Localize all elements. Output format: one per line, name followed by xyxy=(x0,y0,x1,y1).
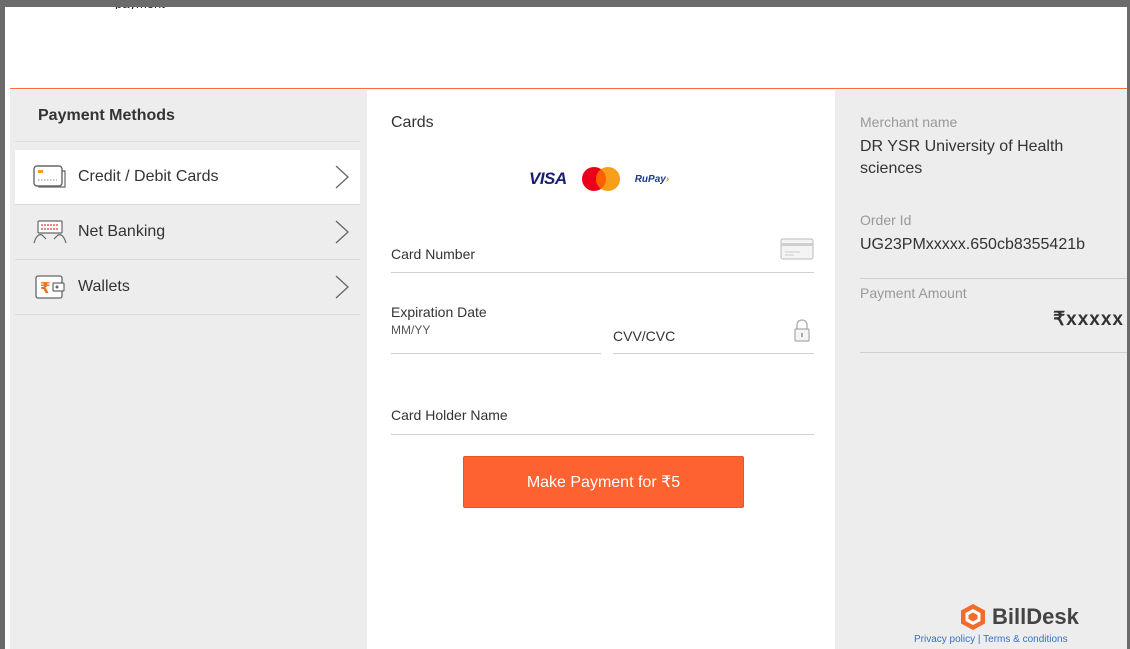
billdesk-logo: BillDesk xyxy=(960,603,1079,631)
rupay-logo: RuPay› xyxy=(634,173,670,185)
order-summary-panel: Merchant name DR YSR University of Healt… xyxy=(842,90,1127,649)
method-label: Net Banking xyxy=(78,223,166,240)
card-holder-name-field[interactable]: Card Holder Name xyxy=(391,390,814,435)
credit-card-icon xyxy=(32,163,68,191)
terms-conditions-link[interactable]: Terms & conditions xyxy=(983,634,1067,645)
payment-methods-panel: Payment Methods Credit / Debit Cards Net… xyxy=(15,90,360,649)
summary-divider xyxy=(860,278,1127,279)
billdesk-text: BillDesk xyxy=(992,604,1079,629)
visa-logo: VISA xyxy=(529,169,567,188)
payment-methods-title: Payment Methods xyxy=(15,90,360,142)
page-header xyxy=(10,14,1127,89)
card-number-field[interactable]: Card Number xyxy=(391,230,814,273)
billdesk-hexagon-icon xyxy=(961,604,985,630)
cvv-field[interactable]: CVV/CVC xyxy=(613,300,814,354)
expiration-placeholder: MM/YY xyxy=(391,323,431,337)
mastercard-logo xyxy=(581,167,620,191)
wallet-icon: ₹ xyxy=(32,273,68,301)
expiration-date-label: Expiration Date xyxy=(391,304,487,320)
footer-links: Privacy policy | Terms & conditions xyxy=(914,634,1068,645)
cvv-label: CVV/CVC xyxy=(613,328,676,344)
lock-icon xyxy=(794,319,810,342)
card-form-panel: Cards VISA RuPay› Card Number Expiration… xyxy=(367,90,835,649)
method-net-banking[interactable]: Net Banking xyxy=(15,205,360,260)
card-icon xyxy=(780,238,814,260)
order-id-label: Order Id xyxy=(860,212,912,228)
method-label: Wallets xyxy=(78,278,130,295)
chevron-right-icon xyxy=(335,165,349,189)
card-number-label: Card Number xyxy=(391,246,476,262)
card-holder-label: Card Holder Name xyxy=(391,407,508,423)
merchant-name-label: Merchant name xyxy=(860,114,958,130)
browser-frame: payment Payment Methods Credit / Debit C… xyxy=(0,0,1130,649)
svg-text:₹: ₹ xyxy=(40,279,50,297)
net-banking-icon xyxy=(32,218,68,246)
expiration-date-field[interactable]: Expiration Date MM/YY xyxy=(391,300,601,354)
privacy-policy-link[interactable]: Privacy policy xyxy=(914,634,975,645)
link-separator: | xyxy=(977,634,981,645)
chevron-right-icon xyxy=(335,220,349,244)
method-label: Credit / Debit Cards xyxy=(78,168,219,185)
chevron-right-icon xyxy=(335,275,349,299)
order-id-value: UG23PMxxxxx.650cb8355421b xyxy=(860,236,1086,253)
merchant-name-value: DR YSR University of Health sciences xyxy=(860,138,1064,177)
card-brand-logos: VISA RuPay› xyxy=(529,166,669,192)
top-caption: payment xyxy=(115,1,165,9)
payment-amount-value: ₹xxxxx xyxy=(1053,309,1124,330)
cards-title: Cards xyxy=(391,114,434,131)
payment-body: Payment Methods Credit / Debit Cards Net… xyxy=(10,90,1127,649)
summary-divider xyxy=(860,352,1127,353)
method-wallets[interactable]: ₹ Wallets xyxy=(15,260,360,315)
payment-amount-label: Payment Amount xyxy=(860,285,967,301)
method-credit-debit-cards[interactable]: Credit / Debit Cards xyxy=(15,150,360,205)
make-payment-button[interactable]: Make Payment for ₹5 xyxy=(463,456,744,508)
